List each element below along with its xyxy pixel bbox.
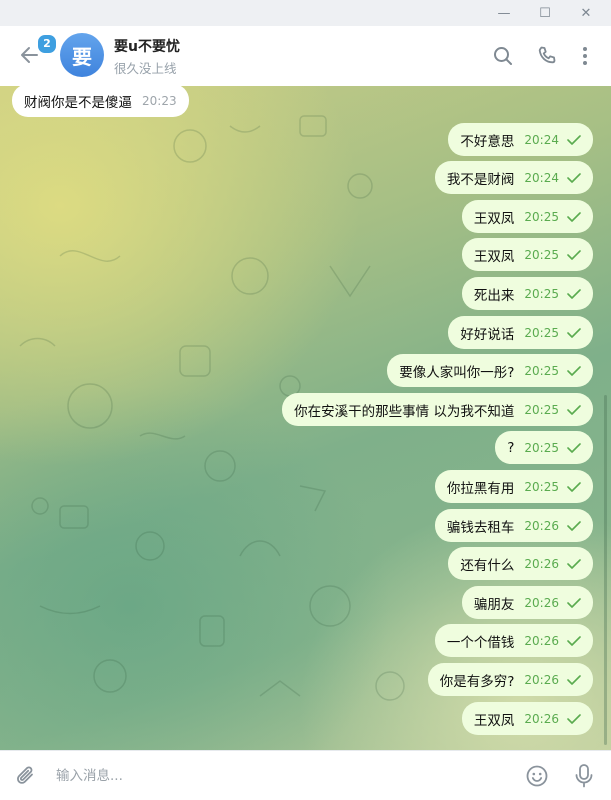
outgoing-message[interactable]: 要像人家叫你一彤? 20:25 [387, 354, 593, 387]
outgoing-message[interactable]: ? 20:25 [495, 431, 593, 464]
message-text: 一个个借钱 [446, 634, 515, 651]
read-check-icon [567, 134, 581, 145]
message-time: 20:25 [524, 363, 559, 378]
message-time: 20:26 [524, 556, 559, 571]
read-check-icon [567, 172, 581, 183]
incoming-message[interactable]: 财阀你是不是傻逼 20:23 [12, 86, 189, 117]
message-time: 20:25 [524, 247, 559, 262]
message-text: 王双凤 [473, 248, 515, 265]
emoji-button[interactable] [525, 764, 549, 788]
read-check-icon [567, 674, 581, 685]
message-text: 你是有多穷? [439, 673, 515, 690]
outgoing-message[interactable]: 我不是财阀 20:24 [434, 161, 593, 194]
telegram-window: — ☐ ✕ 2 要 要u不要忧 很久没上线 财阀你是不是傻逼 20:23 不好意… [0, 0, 611, 800]
title-bar: — ☐ ✕ [0, 0, 611, 26]
message-text: 不好意思 [460, 133, 515, 150]
message-time: 20:26 [524, 711, 559, 726]
maximize-button[interactable]: ☐ [522, 0, 568, 26]
phone-icon [538, 46, 556, 64]
outgoing-message[interactable]: 一个个借钱 20:26 [434, 624, 593, 657]
chat-title[interactable]: 要u不要忧 [114, 36, 180, 56]
read-check-icon [567, 442, 581, 453]
outgoing-message[interactable]: 死出来 20:25 [461, 277, 593, 310]
unread-badge: 2 [36, 33, 58, 55]
outgoing-message[interactable]: 王双凤 20:25 [461, 238, 593, 271]
microphone-icon [575, 764, 593, 788]
read-check-icon [567, 481, 581, 492]
outgoing-message[interactable]: 不好意思 20:24 [448, 123, 593, 156]
message-text: 要像人家叫你一彤? [399, 364, 515, 381]
message-time: 20:25 [524, 286, 559, 301]
read-check-icon [567, 713, 581, 724]
avatar[interactable]: 要 [60, 33, 104, 77]
read-check-icon [567, 558, 581, 569]
message-time: 20:26 [524, 672, 559, 687]
voice-record-button[interactable] [572, 762, 596, 790]
message-time: 20:26 [524, 633, 559, 648]
message-text: 财阀你是不是傻逼 [24, 94, 132, 111]
message-time: 20:24 [524, 132, 559, 147]
read-check-icon [567, 635, 581, 646]
message-time: 20:25 [524, 209, 559, 224]
message-text: 你拉黑有用 [446, 480, 515, 497]
search-button[interactable] [491, 44, 515, 68]
message-text: 骗朋友 [473, 596, 515, 613]
chat-scrollbar[interactable] [604, 395, 607, 745]
message-text: 我不是财阀 [446, 171, 515, 188]
message-time: 20:26 [524, 518, 559, 533]
read-check-icon [567, 597, 581, 608]
outgoing-message[interactable]: 骗朋友 20:26 [461, 586, 593, 619]
outgoing-message[interactable]: 骗钱去租车 20:26 [434, 509, 593, 542]
read-check-icon [567, 288, 581, 299]
message-time: 20:23 [142, 93, 177, 108]
chat-status: 很久没上线 [114, 61, 177, 76]
message-time: 20:26 [524, 595, 559, 610]
message-time: 20:25 [524, 402, 559, 417]
message-text: 好好说话 [460, 326, 515, 343]
message-time: 20:24 [524, 170, 559, 185]
message-text: 死出来 [473, 287, 515, 304]
outgoing-message[interactable]: 好好说话 20:25 [448, 316, 593, 349]
message-text: ? [507, 439, 515, 456]
more-button[interactable] [573, 44, 597, 68]
paperclip-icon [17, 766, 33, 784]
outgoing-message[interactable]: 还有什么 20:26 [448, 547, 593, 580]
message-text: 你在安溪干的那些事情 以为我不知道 [294, 403, 515, 420]
chat-header: 2 要 要u不要忧 很久没上线 [0, 26, 611, 87]
message-time: 20:25 [524, 479, 559, 494]
read-check-icon [567, 249, 581, 260]
call-button[interactable] [535, 44, 559, 68]
message-text: 还有什么 [460, 557, 515, 574]
message-time: 20:25 [524, 325, 559, 340]
read-check-icon [567, 327, 581, 338]
outgoing-message[interactable]: 王双凤 20:26 [461, 702, 593, 735]
message-text: 骗钱去租车 [446, 519, 515, 536]
message-text: 王双凤 [473, 712, 515, 729]
emoji-icon [526, 765, 548, 787]
close-button[interactable]: ✕ [563, 0, 609, 26]
read-check-icon [567, 211, 581, 222]
minimize-button[interactable]: — [481, 0, 527, 26]
message-composer [0, 750, 611, 800]
message-time: 20:25 [524, 440, 559, 455]
read-check-icon [567, 520, 581, 531]
read-check-icon [567, 404, 581, 415]
outgoing-message[interactable]: 王双凤 20:25 [461, 200, 593, 233]
outgoing-message[interactable]: 你在安溪干的那些事情 以为我不知道 20:25 [282, 393, 593, 426]
outgoing-message[interactable]: 你拉黑有用 20:25 [434, 470, 593, 503]
message-text: 王双凤 [473, 210, 515, 227]
read-check-icon [567, 365, 581, 376]
more-vertical-icon [583, 47, 587, 65]
message-list[interactable]: 财阀你是不是傻逼 20:23 不好意思 20:24 我不是财阀 20:24 王双凤 20:25… [0, 86, 611, 750]
outgoing-message[interactable]: 你是有多穷? 20:26 [427, 663, 593, 696]
search-icon [494, 47, 512, 65]
message-input[interactable] [50, 761, 502, 791]
attach-button[interactable] [14, 764, 38, 788]
